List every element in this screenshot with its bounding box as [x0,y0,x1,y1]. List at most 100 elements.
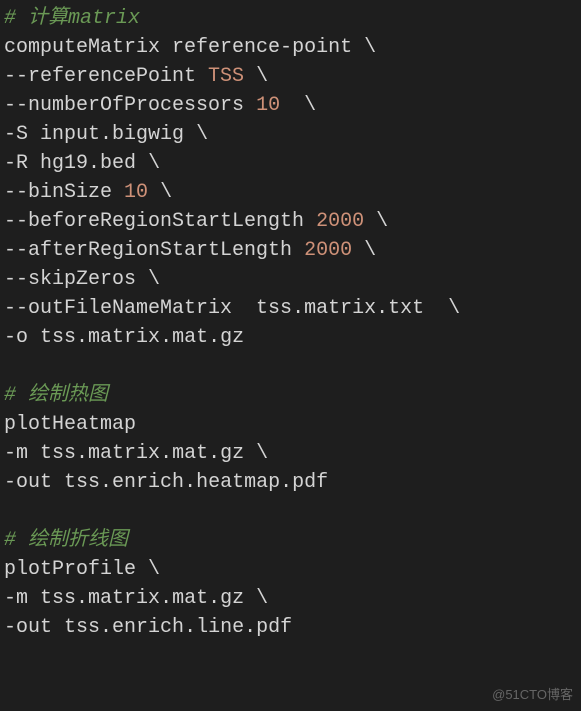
code-token-number: 2000 [316,210,364,233]
code-token-text: R hg19 [16,152,88,175]
code-token-text: gz [220,442,256,465]
code-line: computeMatrix reference-point \ [4,33,581,62]
code-token-punct: \ [376,210,388,233]
code-line: --referencePoint TSS \ [4,62,581,91]
code-line: -S input.bigwig \ [4,120,581,149]
code-line: # 计算matrix [4,4,581,33]
code-token-text: matrix [304,297,376,320]
code-token-number: 10 [256,94,280,117]
code-line: -o tss.matrix.mat.gz [4,323,581,352]
code-line: -out tss.enrich.heatmap.pdf [4,468,581,497]
code-token-punct: . [184,616,196,639]
code-token-text [148,181,160,204]
code-token-text: numberOfProcessors [28,94,256,117]
code-token-text: txt [388,297,448,320]
code-token-punct: . [100,616,112,639]
code-token-number: 2000 [304,239,352,262]
code-token-punct: \ [160,181,172,204]
code-line: -out tss.enrich.line.pdf [4,613,581,642]
code-token-text: beforeRegionStartLength [28,210,316,233]
code-token-text: mat [172,587,208,610]
code-token-keyword: TSS [208,65,244,88]
code-token-text: m tss [16,587,76,610]
code-token-punct: - [280,36,292,59]
code-token-number: 10 [124,181,148,204]
code-token-punct: \ [256,587,268,610]
code-token-punct: - [4,442,16,465]
code-line: # 绘制热图 [4,381,581,410]
code-token-text [280,94,304,117]
code-block: # 计算matrix computeMatrix reference-point … [4,4,581,642]
code-token-text: pdf [292,471,328,494]
code-token-text: o tss [16,326,76,349]
code-token-text: bigwig [112,123,196,146]
code-token-text: S input [16,123,100,146]
code-token-punct: \ [148,558,160,581]
code-token-punct: . [184,471,196,494]
watermark: @51CTO博客 [492,686,573,705]
code-token-text: matrix [88,326,160,349]
code-token-text: matrix [88,587,160,610]
code-line: --binSize 10 \ [4,178,581,207]
code-token-punct: -- [4,297,28,320]
code-token-text [244,65,256,88]
code-token-punct: -- [4,210,28,233]
code-token-punct: . [88,152,100,175]
code-line: # 绘制折线图 [4,526,581,555]
code-token-text: gz [220,326,244,349]
code-token-text: referencePoint [28,65,208,88]
code-token-text: afterRegionStartLength [28,239,304,262]
code-token-comment: # 绘制热图 [4,384,108,407]
code-token-text: binSize [28,181,124,204]
code-token-comment: # 计算matrix [4,7,140,30]
code-line: -m tss.matrix.mat.gz \ [4,584,581,613]
code-token-text: pdf [256,616,292,639]
code-token-text: enrich [112,616,184,639]
code-token-punct: \ [448,297,460,320]
code-token-punct: -- [4,181,28,204]
code-token-punct: . [208,587,220,610]
code-token-text: heatmap [196,471,280,494]
code-token-punct: . [100,471,112,494]
code-token-punct: - [4,123,16,146]
code-token-comment: # 绘制折线图 [4,529,128,552]
code-token-punct: -- [4,65,28,88]
code-token-text: m tss [16,442,76,465]
code-token-text: plotProfile [4,558,148,581]
code-token-punct: - [4,616,16,639]
code-token-punct: . [292,297,304,320]
code-line [4,497,581,526]
code-token-punct: . [208,442,220,465]
code-token-text: mat [172,442,208,465]
code-token-punct: \ [196,123,208,146]
code-token-punct: . [280,471,292,494]
code-token-punct: . [160,326,172,349]
code-token-punct: \ [256,442,268,465]
code-line [4,352,581,381]
code-token-punct: . [76,587,88,610]
code-token-punct: \ [364,239,376,262]
code-token-punct: -- [4,94,28,117]
code-token-punct: . [244,616,256,639]
code-token-punct: . [76,326,88,349]
code-token-punct: \ [148,152,160,175]
code-line: -m tss.matrix.mat.gz \ [4,439,581,468]
code-token-punct: -- [4,268,28,291]
code-token-punct: \ [364,36,376,59]
code-token-text [364,210,376,233]
code-token-text: matrix [88,442,160,465]
code-token-punct: \ [148,268,160,291]
code-line: --skipZeros \ [4,265,581,294]
code-token-punct: - [4,471,16,494]
code-token-punct: . [160,442,172,465]
code-token-text: skipZeros [28,268,148,291]
code-token-text [352,239,364,262]
code-token-punct: - [4,152,16,175]
code-line: --outFileNameMatrix tss.matrix.txt \ [4,294,581,323]
code-token-text: out tss [16,471,100,494]
code-line: --afterRegionStartLength 2000 \ [4,236,581,265]
code-token-text: enrich [112,471,184,494]
code-line: --beforeRegionStartLength 2000 \ [4,207,581,236]
code-token-punct: - [4,587,16,610]
code-token-punct: . [160,587,172,610]
